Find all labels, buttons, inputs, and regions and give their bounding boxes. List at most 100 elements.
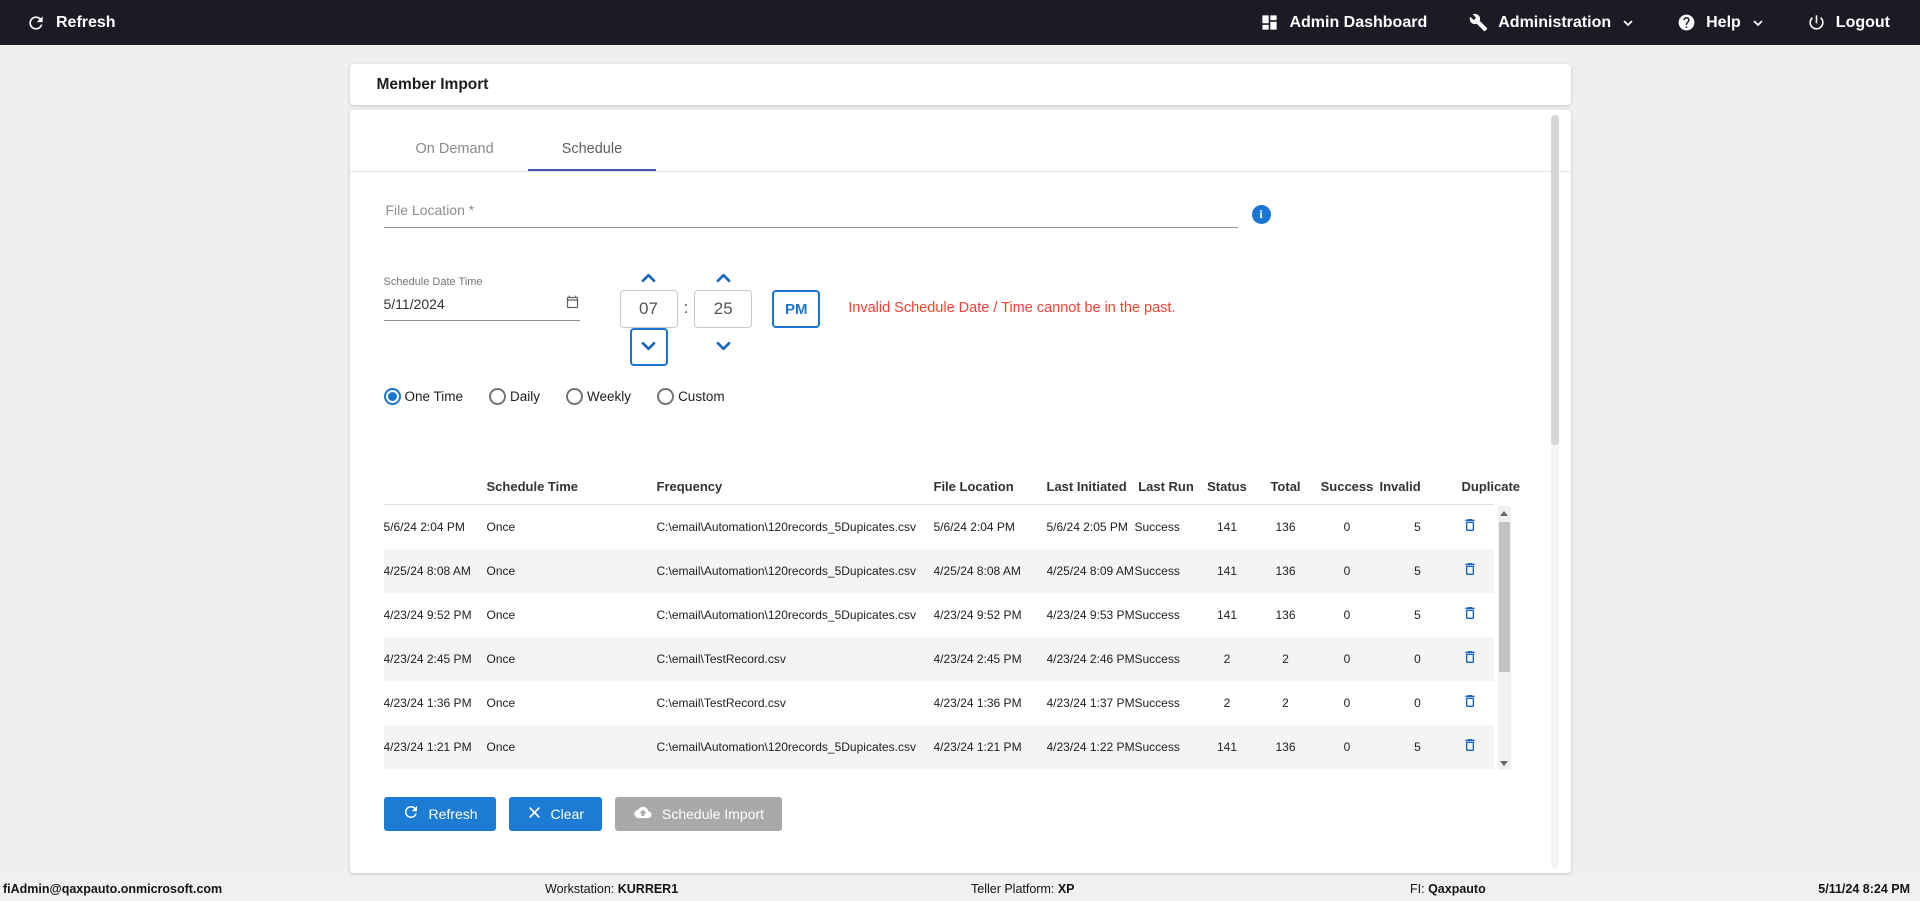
table-row: 4/23/24 9:52 PM Once C:\email\Automation… [384,593,1494,637]
table-scrollbar-thumb[interactable] [1498,522,1510,672]
column-header-actions [383,479,487,505]
cell-status: Success [1134,739,1180,754]
admin-dashboard-label: Admin Dashboard [1289,13,1428,31]
minute-increment-button[interactable] [713,268,734,290]
column-header: Success [1320,479,1380,505]
column-header: File Location [933,479,1047,505]
tab-on-demand[interactable]: On Demand [382,126,528,171]
table-row: 4/25/24 8:08 AM Once C:\email\Automation… [383,548,1494,593]
radio-weekly[interactable]: Weekly [566,387,632,405]
meridiem-toggle-button[interactable]: PM [772,290,821,328]
refresh-nav-button[interactable]: Refresh [26,13,116,33]
file-location-input[interactable] [383,198,1238,228]
hour-input[interactable] [619,290,678,328]
help-label: Help [1706,13,1741,31]
refresh-nav-label: Refresh [56,13,116,31]
radio-label: One Time [404,388,464,404]
cell-duplicate: 0 [1414,651,1421,666]
column-header: Last Run [1134,479,1204,505]
cell-duplicate: 5 [1414,607,1421,622]
cell-file-location: C:\email\Automation\120records_5Dupicate… [656,519,916,534]
logout-button[interactable]: Logout [1807,13,1890,32]
cell-file-location: C:\email\Automation\120records_5Dupicate… [656,739,916,754]
delete-row-button[interactable] [1462,604,1478,625]
delete-row-button[interactable] [1462,516,1478,537]
time-separator: : [683,298,689,317]
cell-schedule-time: 4/23/24 2:45 PM [383,651,472,666]
chevron-down-icon [1751,16,1765,30]
caret-down-icon [713,338,734,357]
minute-decrement-button[interactable] [713,336,734,358]
cell-invalid: 0 [1343,739,1351,754]
radio-label: Daily [510,388,541,404]
delete-row-button[interactable] [1462,736,1478,757]
footer-teller-platform: Teller Platform: XP [971,882,1075,896]
cell-frequency: Once [486,739,516,754]
column-header: Last Initiated [1046,479,1135,505]
radio-label: Custom [678,388,725,404]
cell-last-run: 4/23/24 2:46 PM [1046,651,1135,666]
delete-row-button[interactable] [1462,692,1478,713]
help-menu-button[interactable]: Help [1677,13,1765,32]
cell-success: 136 [1275,519,1296,534]
scroll-up-arrow[interactable] [1498,506,1511,520]
cell-last-run: 4/23/24 1:22 PM [1046,739,1135,754]
cell-duplicate: 5 [1414,563,1421,578]
refresh-icon [402,803,420,824]
cell-schedule-time: 5/6/24 2:04 PM [383,519,465,534]
delete-row-button[interactable] [1462,648,1478,669]
delete-row-button[interactable] [1462,560,1478,581]
admin-dashboard-button[interactable]: Admin Dashboard [1260,13,1427,32]
radio-custom[interactable]: Custom [657,387,725,405]
radio-circle [657,387,675,405]
panel-scrollbar-thumb[interactable] [1550,115,1559,445]
radio-label: Weekly [587,388,632,404]
cell-schedule-time: 4/23/24 1:36 PM [383,695,472,710]
cell-last-run: 4/23/24 9:53 PM [1046,607,1135,622]
scroll-down-arrow[interactable] [1498,756,1511,770]
footer-fi: FI: Qaxpauto [1410,882,1486,896]
footer-user: fiAdmin@qaxpauto.onmicrosoft.com [3,881,223,896]
minute-input[interactable] [694,290,753,328]
cell-last-run: 5/6/24 2:05 PM [1046,519,1128,534]
schedule-date-field: Schedule Date Time [383,276,580,321]
cloud-upload-icon [633,804,653,824]
panel-scrollbar[interactable] [1550,115,1559,868]
cell-invalid: 0 [1343,695,1351,710]
cell-success: 2 [1282,651,1289,666]
table-scrollbar[interactable] [1497,506,1511,770]
minute-spinner [692,268,754,358]
cell-success: 136 [1275,607,1296,622]
hour-decrement-button[interactable] [638,336,659,358]
hour-increment-button[interactable] [638,268,659,290]
radio-daily[interactable]: Daily [489,387,541,405]
column-header: Frequency [656,479,934,505]
clear-x-icon [527,805,542,823]
teller-platform-value: XP [1057,881,1075,896]
workstation-label: Workstation: [545,881,615,896]
calendar-picker-button[interactable] [565,295,580,313]
footer-datetime: 5/11/24 8:24 PM [1818,881,1910,896]
info-icon[interactable]: i [1251,205,1271,224]
schedule-import-button[interactable]: Schedule Import [615,796,782,831]
radio-one-time[interactable]: One Time [383,387,464,405]
schedule-date-input[interactable] [383,296,565,312]
column-header: Schedule Time [486,479,657,505]
cell-success: 2 [1282,695,1289,710]
cell-status: Success [1134,607,1180,622]
cell-frequency: Once [486,695,516,710]
schedule-history-table: Schedule Time Frequency File Location Last … [383,479,1520,770]
frequency-radio-group: One Time Daily Weekly Custom [383,387,1537,405]
column-header: Status [1203,479,1257,505]
cell-last-initiated: 4/23/24 1:36 PM [933,695,1022,710]
caret-up-icon [638,270,659,289]
table-body: 5/6/24 2:04 PM Once C:\email\Automation\… [383,505,1494,769]
cell-last-initiated: 4/23/24 1:21 PM [933,739,1022,754]
clear-button[interactable]: Clear [508,796,602,831]
cell-total: 141 [1216,739,1238,754]
cell-invalid: 0 [1343,607,1351,622]
refresh-button[interactable]: Refresh [383,796,496,831]
administration-menu-button[interactable]: Administration [1469,13,1635,32]
table-row: 4/23/24 2:45 PM Once C:\email\TestRecord… [383,636,1494,681]
tab-schedule[interactable]: Schedule [528,126,656,171]
